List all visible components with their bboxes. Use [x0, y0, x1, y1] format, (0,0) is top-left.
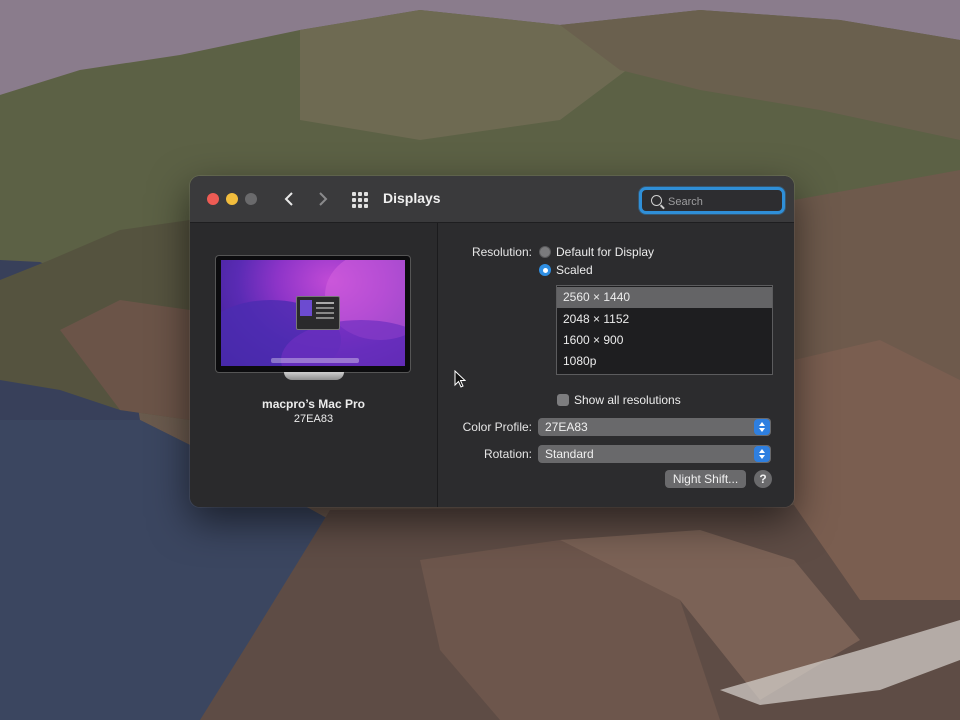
search-icon — [651, 195, 662, 206]
chevron-left-icon — [284, 192, 293, 206]
forward-button[interactable] — [312, 187, 334, 211]
rotation-select[interactable]: Standard — [538, 445, 771, 463]
show-all-resolutions-checkbox[interactable] — [557, 394, 569, 406]
resolution-item[interactable]: 1080p — [557, 351, 772, 372]
color-profile-value: 27EA83 — [545, 420, 588, 434]
window-title: Displays — [383, 190, 441, 206]
rotation-label: Rotation: — [483, 447, 532, 461]
monitor-image — [216, 256, 410, 372]
display-preview-pane: macpro’s Mac Pro 27EA83 — [190, 223, 438, 507]
resolution-item-selected[interactable]: 2560 × 1440 — [557, 287, 772, 308]
displays-window: Displays macpro’s Mac Pro 27EA83 Resolut… — [190, 176, 794, 507]
resolution-item[interactable]: 2048 × 1152 — [557, 309, 772, 330]
monitor-screen — [221, 260, 405, 366]
color-profile-label: Color Profile: — [462, 420, 532, 434]
chevron-updown-icon — [754, 419, 770, 435]
minimize-button[interactable] — [226, 193, 238, 205]
night-shift-button[interactable]: Night Shift... — [665, 470, 746, 488]
show-all-resolutions-label[interactable]: Show all resolutions — [574, 393, 681, 407]
help-button[interactable]: ? — [754, 470, 772, 488]
title-bar: Displays — [190, 176, 794, 223]
resolution-list[interactable]: 2560 × 1440 2048 × 1152 1600 × 900 1080p — [556, 285, 773, 375]
radio-scaled[interactable] — [539, 264, 551, 276]
close-button[interactable] — [207, 193, 219, 205]
display-name: macpro’s Mac Pro — [262, 397, 365, 411]
zoom-button[interactable] — [245, 193, 257, 205]
color-profile-select[interactable]: 27EA83 — [538, 418, 771, 436]
option-scaled[interactable]: Scaled — [556, 263, 593, 277]
search-field[interactable] — [639, 187, 785, 214]
monitor-stand — [284, 372, 344, 380]
option-default-for-display[interactable]: Default for Display — [556, 245, 654, 259]
show-all-preferences-button[interactable] — [352, 192, 368, 208]
resolution-label: Resolution: — [471, 245, 532, 259]
chevron-right-icon — [319, 192, 328, 206]
mouse-pointer-icon — [454, 370, 466, 388]
resolution-item[interactable]: 1600 × 900 — [557, 330, 772, 351]
display-model: 27EA83 — [293, 413, 334, 425]
radio-default-for-display[interactable] — [539, 246, 551, 258]
back-button[interactable] — [278, 187, 300, 211]
chevron-updown-icon — [754, 446, 770, 462]
rotation-value: Standard — [545, 447, 594, 461]
display-settings-pane: Resolution: Default for Display Scaled 2… — [438, 223, 794, 507]
search-input[interactable] — [666, 192, 782, 212]
